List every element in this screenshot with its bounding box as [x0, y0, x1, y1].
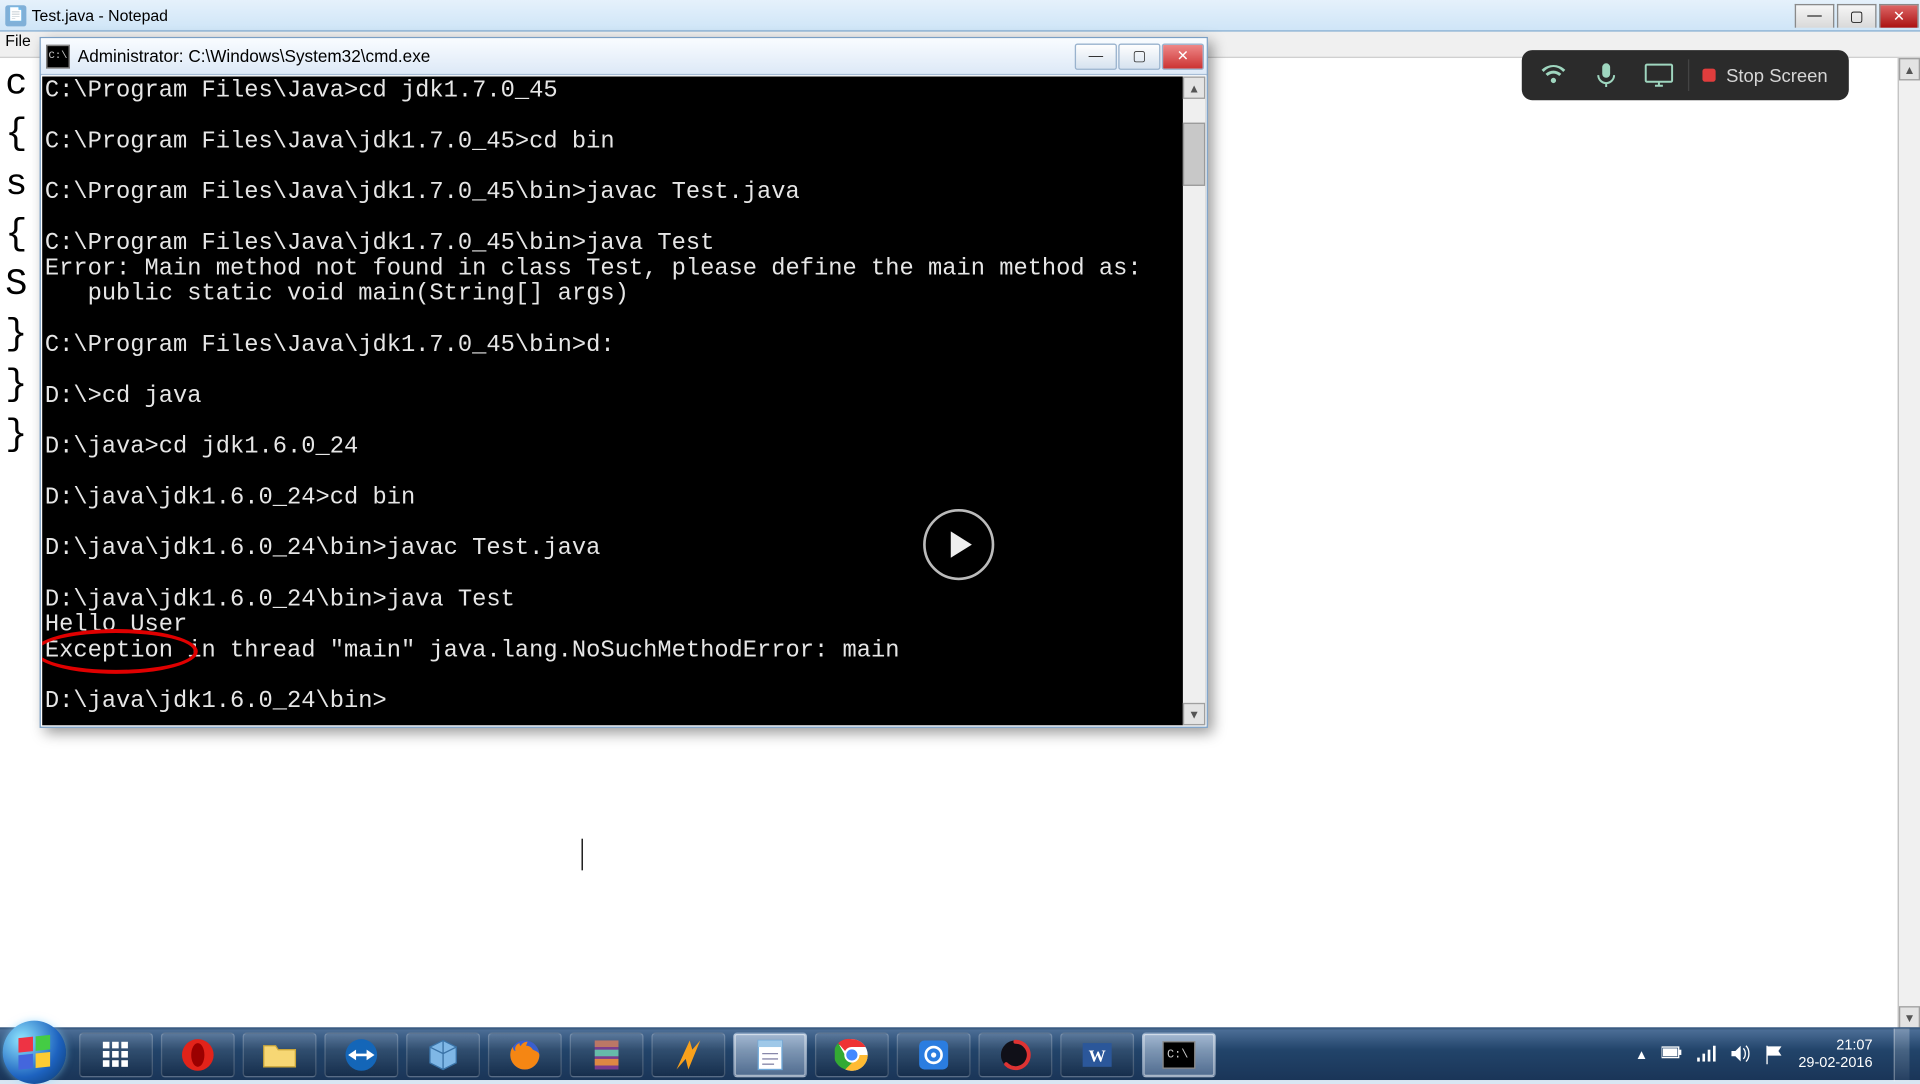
- cmd-line: D:\java\jdk1.6.0_24>cd bin: [45, 486, 1180, 511]
- notepad-titlebar[interactable]: 📄 Test.java - Notepad — ▢ ✕: [0, 0, 1920, 32]
- clock-time: 21:07: [1798, 1038, 1872, 1055]
- cmd-titlebar[interactable]: C:\ Administrator: C:\Windows\System32\c…: [41, 38, 1207, 75]
- play-button[interactable]: [923, 509, 994, 580]
- stop-screen-button[interactable]: Stop Screen: [1688, 59, 1841, 91]
- screencast-toolbar: Stop Screen: [1522, 50, 1849, 100]
- cmd-line: [45, 308, 1180, 333]
- taskbar-winamp-icon[interactable]: [651, 1033, 725, 1078]
- taskbar-firefox-icon[interactable]: [488, 1033, 562, 1078]
- cmd-line: C:\Program Files\Java\jdk1.7.0_45>cd bin: [45, 130, 1180, 155]
- cmd-maximize-button[interactable]: ▢: [1118, 43, 1160, 69]
- tray-volume-icon[interactable]: [1730, 1044, 1751, 1065]
- cmd-line: [45, 461, 1180, 486]
- svg-text:C:\: C:\: [1167, 1048, 1188, 1062]
- cmd-line: [45, 206, 1180, 231]
- cmd-line: [45, 563, 1180, 588]
- scroll-up-icon[interactable]: ▲: [1183, 76, 1205, 98]
- cmd-output[interactable]: C:\Program Files\Java>cd jdk1.7.0_45 C:\…: [42, 76, 1183, 725]
- cmd-line: C:\Program Files\Java>cd jdk1.7.0_45: [45, 79, 1180, 104]
- taskbar-opera-icon[interactable]: [161, 1033, 235, 1078]
- tray-flag-icon[interactable]: [1764, 1044, 1785, 1065]
- notepad-icon: 📄: [5, 5, 26, 26]
- monitor-icon[interactable]: [1635, 55, 1682, 95]
- cmd-line: [45, 105, 1180, 130]
- notepad-scrollbar[interactable]: ▲ ▼: [1898, 58, 1920, 1029]
- taskbar-cmd-icon[interactable]: C:\: [1142, 1033, 1216, 1078]
- stop-screen-label: Stop Screen: [1726, 65, 1828, 86]
- notepad-close-button[interactable]: ✕: [1879, 3, 1919, 27]
- taskbar-loader-icon[interactable]: [978, 1033, 1052, 1078]
- wifi-icon[interactable]: [1530, 55, 1577, 95]
- scroll-down-icon[interactable]: ▼: [1183, 703, 1205, 725]
- show-desktop-button[interactable]: [1894, 1029, 1910, 1082]
- scroll-thumb[interactable]: [1183, 123, 1205, 186]
- cmd-line: Exception in thread "main" java.lang.NoS…: [45, 639, 1180, 664]
- scroll-down-icon[interactable]: ▼: [1899, 1006, 1920, 1028]
- taskbar-word-icon[interactable]: W: [1060, 1033, 1134, 1078]
- cmd-line: Error: Main method not found in class Te…: [45, 257, 1180, 282]
- taskbar-winrar-icon[interactable]: [570, 1033, 644, 1078]
- cmd-line: C:\Program Files\Java\jdk1.7.0_45\bin>d:: [45, 334, 1180, 359]
- cmd-line: D:\java>cd jdk1.6.0_24: [45, 435, 1180, 460]
- taskbar-clock[interactable]: 21:07 29-02-2016: [1798, 1038, 1872, 1072]
- cmd-line: [45, 410, 1180, 435]
- cmd-line: D:\>cd java: [45, 384, 1180, 409]
- cmd-line: C:\Program Files\Java\jdk1.7.0_45\bin>ja…: [45, 181, 1180, 206]
- start-button[interactable]: [3, 1021, 66, 1084]
- cmd-line: D:\java\jdk1.6.0_24\bin>javac Test.java: [45, 537, 1180, 562]
- microphone-icon[interactable]: [1582, 55, 1629, 95]
- cmd-line: [45, 512, 1180, 537]
- cmd-close-button[interactable]: ✕: [1162, 43, 1204, 69]
- cmd-line: [45, 155, 1180, 180]
- taskbar-explorer-icon[interactable]: [243, 1033, 317, 1078]
- taskbar: W C:\ ▲ 21:07 29-02-2016: [0, 1027, 1920, 1080]
- scroll-up-icon[interactable]: ▲: [1899, 58, 1920, 80]
- tray-chevron-up-icon[interactable]: ▲: [1635, 1048, 1648, 1063]
- notepad-maximize-button[interactable]: ▢: [1837, 3, 1877, 27]
- record-indicator-icon: [1702, 69, 1715, 82]
- cmd-window: C:\ Administrator: C:\Windows\System32\c…: [40, 37, 1208, 728]
- cmd-title: Administrator: C:\Windows\System32\cmd.e…: [78, 46, 1074, 66]
- cmd-line: D:\java\jdk1.6.0_24\bin>java Test: [45, 588, 1180, 613]
- cmd-minimize-button[interactable]: —: [1075, 43, 1117, 69]
- taskbar-apps-button[interactable]: [79, 1033, 153, 1078]
- tray-network-icon[interactable]: [1695, 1044, 1716, 1065]
- taskbar-teamviewer-icon[interactable]: [324, 1033, 398, 1078]
- taskbar-chrome-icon[interactable]: [815, 1033, 889, 1078]
- system-tray: ▲ 21:07 29-02-2016: [1635, 1029, 1920, 1082]
- cmd-line: [45, 359, 1180, 384]
- text-cursor: [582, 839, 583, 871]
- cmd-line: C:\Program Files\Java\jdk1.7.0_45\bin>ja…: [45, 232, 1180, 257]
- taskbar-notepad-icon[interactable]: [733, 1033, 807, 1078]
- tray-battery-icon[interactable]: [1661, 1044, 1682, 1065]
- notepad-menu-file[interactable]: File: [5, 32, 31, 50]
- notepad-text-area[interactable]: c { s { S } } }: [5, 61, 27, 462]
- clock-date: 29-02-2016: [1798, 1055, 1872, 1072]
- notepad-title: Test.java - Notepad: [32, 6, 1794, 24]
- cmd-line: D:\java\jdk1.6.0_24\bin>: [45, 690, 1180, 715]
- cmd-line: public static void main(String[] args): [45, 283, 1180, 308]
- notepad-minimize-button[interactable]: —: [1795, 3, 1835, 27]
- cmd-line: [45, 664, 1180, 689]
- cmd-icon: C:\: [46, 44, 70, 68]
- cmd-scrollbar[interactable]: ▲ ▼: [1183, 76, 1205, 725]
- cmd-line: Hello User: [45, 614, 1180, 639]
- svg-text:W: W: [1089, 1047, 1106, 1066]
- taskbar-snipping-icon[interactable]: [897, 1033, 971, 1078]
- taskbar-box-icon[interactable]: [406, 1033, 480, 1078]
